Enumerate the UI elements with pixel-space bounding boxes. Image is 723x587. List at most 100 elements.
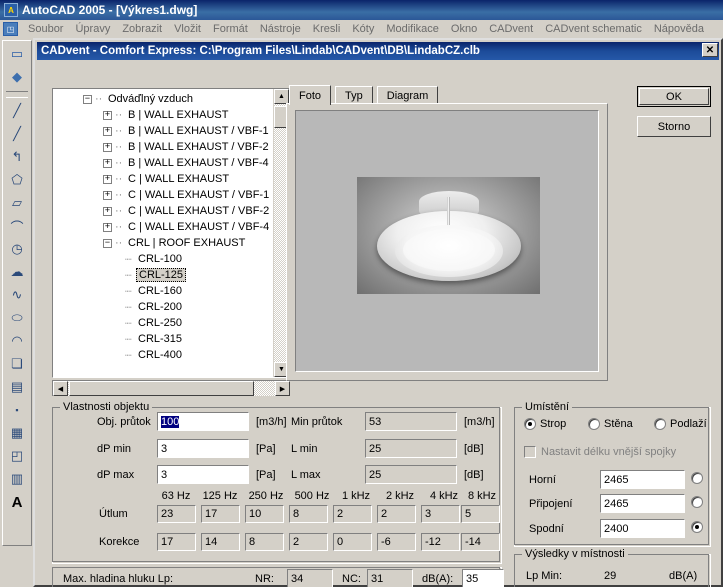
close-icon[interactable]: ✕	[702, 43, 718, 57]
outer-sleeve-checkbox[interactable]: Nastavit délku vnější spojky	[524, 446, 676, 458]
menu-item-cadvent-schematic[interactable]: CADvent schematic	[539, 21, 648, 37]
window-icon[interactable]: ▭	[5, 43, 29, 65]
region-icon[interactable]: ◰	[5, 445, 29, 467]
tree-expand-icon[interactable]: +	[103, 110, 112, 120]
menu-item-nastroje[interactable]: Nástroje	[254, 21, 307, 37]
scroll-up-icon[interactable]: ▲	[274, 89, 289, 104]
attenuation-cell-2k[interactable]: 2	[377, 505, 416, 523]
ellipse-icon[interactable]: ⬭	[5, 307, 29, 329]
upper-radio[interactable]	[691, 472, 707, 484]
placement-radio-stena[interactable]: Stěna	[588, 418, 633, 430]
text-icon[interactable]: A	[5, 491, 29, 513]
tree-expand-icon[interactable]: +	[103, 142, 112, 152]
tab-diagram[interactable]: Diagram	[376, 86, 439, 104]
correction-cell-8k[interactable]: -14	[461, 533, 500, 551]
tab-foto[interactable]: Foto	[289, 85, 332, 105]
menu-item-cadvent[interactable]: CADvent	[483, 21, 539, 37]
upper-input[interactable]: 2465	[600, 470, 685, 489]
make-block-icon[interactable]: ▤	[5, 376, 29, 398]
product-tree[interactable]: − ·· Odváďlný vzduch + ·· B | WALL EXHAUST…	[52, 88, 290, 378]
tree-item-crl-250[interactable]: ┈ CRL-250	[53, 315, 274, 331]
tree-item-crl-400[interactable]: ┈ CRL-400	[53, 347, 274, 363]
tree-node-b-wall-exhaust-vbf1[interactable]: + ·· B | WALL EXHAUST / VBF-1	[53, 123, 274, 139]
tree-item-crl-100[interactable]: ┈ CRL-100	[53, 251, 274, 267]
correction-cell-63[interactable]: 17	[157, 533, 196, 551]
tree-node-c-wall-exhaust-vbf2[interactable]: + ·· C | WALL EXHAUST / VBF-2	[53, 203, 274, 219]
arc-icon[interactable]: ⌒	[5, 215, 29, 237]
tree-node-c-wall-exhaust[interactable]: + ·· C | WALL EXHAUST	[53, 171, 274, 187]
rectangle-icon[interactable]: ▱	[5, 192, 29, 214]
menu-item-upravy[interactable]: Úpravy	[69, 21, 116, 37]
l-max-input[interactable]: 25	[365, 465, 457, 484]
tree-item-crl-125[interactable]: ┈ CRL-125	[53, 267, 274, 283]
polyline-icon[interactable]: ↰	[5, 146, 29, 168]
menu-item-format[interactable]: Formát	[207, 21, 254, 37]
menu-item-okno[interactable]: Okno	[445, 21, 483, 37]
correction-cell-250[interactable]: 8	[245, 533, 284, 551]
ellipse-arc-icon[interactable]: ◠	[5, 330, 29, 352]
tree-item-crl-200[interactable]: ┈ CRL-200	[53, 299, 274, 315]
tree-expand-icon[interactable]: +	[103, 222, 112, 232]
spline-icon[interactable]: ∿	[5, 284, 29, 306]
layers-icon[interactable]: ◆	[5, 66, 29, 88]
cancel-button[interactable]: Storno	[637, 116, 711, 137]
placement-radio-strop[interactable]: Strop	[524, 418, 566, 430]
revcloud-icon[interactable]: ☁	[5, 261, 29, 283]
tree-node-c-wall-exhaust-vbf1[interactable]: + ·· C | WALL EXHAUST / VBF-1	[53, 187, 274, 203]
min-flow-input[interactable]: 53	[365, 412, 457, 431]
attenuation-cell-8k[interactable]: 5	[461, 505, 500, 523]
menu-item-zobrazit[interactable]: Zobrazit	[116, 21, 168, 37]
point-icon[interactable]: ▪	[5, 399, 29, 421]
correction-cell-125[interactable]: 14	[201, 533, 240, 551]
attenuation-cell-500[interactable]: 8	[289, 505, 328, 523]
tree-collapse-icon[interactable]: −	[83, 94, 92, 104]
attenuation-cell-1k[interactable]: 2	[333, 505, 372, 523]
attenuation-cell-250[interactable]: 10	[245, 505, 284, 523]
tree-horizontal-scrollbar[interactable]: ◀ ▶	[52, 380, 290, 396]
tree-node-b-wall-exhaust[interactable]: + ·· B | WALL EXHAUST	[53, 107, 274, 123]
tree-item-crl-160[interactable]: ┈ CRL-160	[53, 283, 274, 299]
tree-expand-icon[interactable]: +	[103, 190, 112, 200]
dba-input[interactable]: 35	[462, 569, 504, 587]
menu-item-vlozit[interactable]: Vložit	[168, 21, 207, 37]
placement-radio-podlazi[interactable]: Podlaží	[654, 418, 707, 430]
hatch-icon[interactable]: ▦	[5, 422, 29, 444]
table-icon[interactable]: ▥	[5, 468, 29, 490]
tree-expand-icon[interactable]: +	[103, 126, 112, 136]
scroll-left-icon[interactable]: ◀	[53, 381, 68, 396]
l-min-input[interactable]: 25	[365, 439, 457, 458]
circle-icon[interactable]: ◷	[5, 238, 29, 260]
ok-button[interactable]: OK	[637, 86, 711, 107]
lower-input[interactable]: 2400	[600, 519, 685, 538]
dp-max-input[interactable]: 3	[157, 465, 249, 484]
connection-radio[interactable]	[691, 496, 707, 508]
xline-icon[interactable]: ╱	[5, 123, 29, 145]
menu-item-kresli[interactable]: Kresli	[307, 21, 347, 37]
nc-input[interactable]: 31	[367, 569, 413, 587]
tree-expand-icon[interactable]: +	[103, 174, 112, 184]
hscroll-thumb[interactable]	[69, 381, 254, 396]
attenuation-cell-4k[interactable]: 3	[421, 505, 460, 523]
correction-cell-2k[interactable]: -6	[377, 533, 416, 551]
connection-input[interactable]: 2465	[600, 494, 685, 513]
attenuation-cell-63[interactable]: 23	[157, 505, 196, 523]
menu-item-napoveda[interactable]: Nápověda	[648, 21, 710, 37]
line-icon[interactable]: ╱	[5, 100, 29, 122]
menu-item-soubor[interactable]: Soubor	[22, 21, 69, 37]
menu-item-koty[interactable]: Kóty	[346, 21, 380, 37]
tab-typ[interactable]: Typ	[335, 86, 373, 104]
menu-item-modifikace[interactable]: Modifikace	[380, 21, 445, 37]
tree-item-crl-315[interactable]: ┈ CRL-315	[53, 331, 274, 347]
tree-node-root[interactable]: − ·· Odváďlný vzduch	[53, 91, 274, 107]
tree-node-crl-roof-exhaust[interactable]: − ·· CRL | ROOF EXHAUST	[53, 235, 274, 251]
lower-radio[interactable]	[691, 521, 707, 533]
correction-cell-1k[interactable]: 0	[333, 533, 372, 551]
dp-min-input[interactable]: 3	[157, 439, 249, 458]
tree-expand-icon[interactable]: +	[103, 158, 112, 168]
attenuation-cell-125[interactable]: 17	[201, 505, 240, 523]
correction-cell-500[interactable]: 2	[289, 533, 328, 551]
obj-flow-input[interactable]: 100	[157, 412, 249, 431]
insert-block-icon[interactable]: ❏	[5, 353, 29, 375]
tree-node-b-wall-exhaust-vbf4[interactable]: + ·· B | WALL EXHAUST / VBF-4	[53, 155, 274, 171]
nr-input[interactable]: 34	[287, 569, 333, 587]
